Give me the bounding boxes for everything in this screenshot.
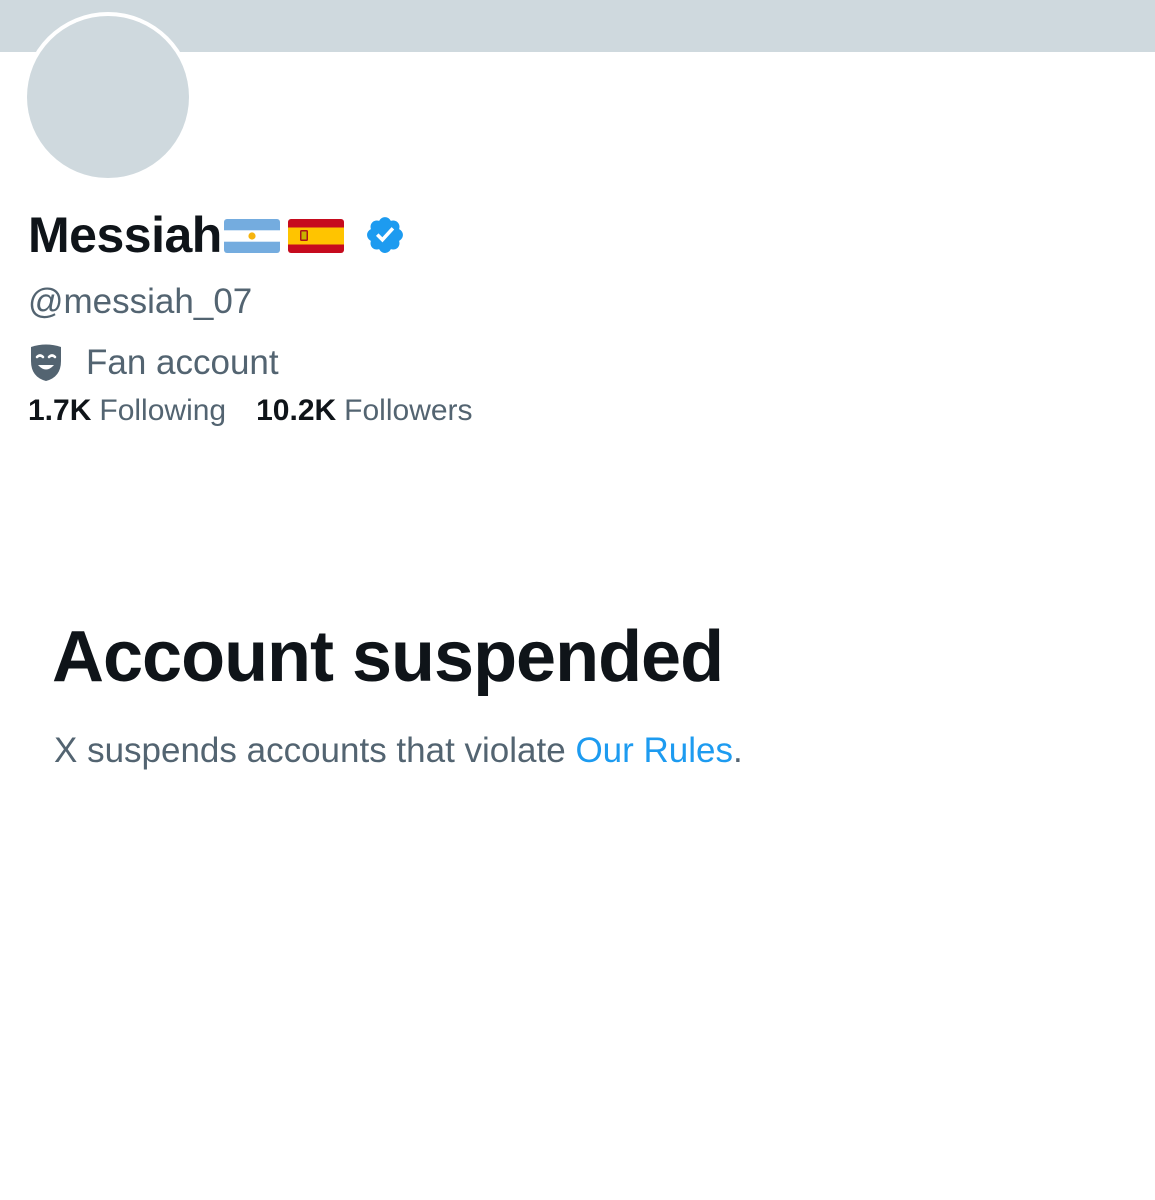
suspended-message-end: . [733, 731, 743, 770]
verified-badge-icon[interactable] [364, 214, 406, 256]
follow-stats: 1.7K Following 10.2K Followers [28, 388, 473, 434]
suspended-message-text: X suspends accounts that violate [54, 731, 576, 770]
avatar-placeholder [27, 16, 189, 178]
display-name: Messiah [28, 207, 222, 263]
followers-count: 10.2K [256, 394, 337, 427]
followers-label: Followers [344, 394, 473, 427]
following-count: 1.7K [28, 394, 92, 427]
suspended-message: X suspends accounts that violate Our Rul… [54, 726, 743, 776]
profile-name-row: Messiah [28, 200, 406, 270]
following-label: Following [99, 394, 227, 427]
followers-link[interactable]: 10.2K Followers [256, 394, 472, 428]
profile-handle: @messiah_07 [28, 282, 253, 321]
theater-mask-icon [28, 343, 64, 383]
spain-flag-icon [287, 219, 344, 253]
profile-category: Fan account [28, 338, 279, 388]
suspended-title: Account suspended [52, 617, 724, 697]
category-label: Fan account [86, 343, 279, 382]
following-link[interactable]: 1.7K Following [28, 394, 226, 428]
argentina-flag-icon [223, 219, 280, 253]
our-rules-link[interactable]: Our Rules [575, 731, 733, 770]
avatar[interactable] [23, 12, 193, 182]
